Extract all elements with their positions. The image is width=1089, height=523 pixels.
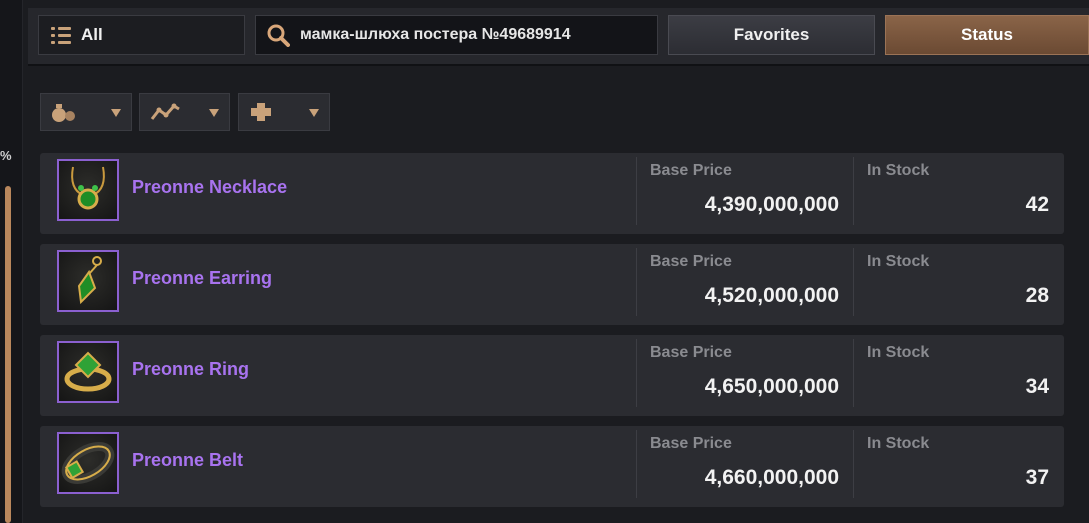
ring-icon bbox=[57, 341, 119, 403]
scrollbar[interactable] bbox=[5, 186, 11, 523]
base-price-value: 4,390,000,000 bbox=[704, 193, 839, 216]
list-item[interactable]: Preonne Ring Base Price 4,650,000,000 In… bbox=[40, 335, 1064, 416]
pouch-icon bbox=[52, 104, 75, 122]
category-dropdown[interactable]: All bbox=[38, 15, 245, 55]
search-icon bbox=[267, 24, 290, 47]
in-stock-label: In Stock bbox=[867, 435, 930, 452]
in-stock-label: In Stock bbox=[867, 253, 930, 270]
in-stock-label: In Stock bbox=[867, 344, 930, 361]
in-stock-value: 37 bbox=[1025, 466, 1049, 489]
top-toolbar: All мамка-шлюха постера №49689914 Favori… bbox=[28, 8, 1089, 66]
belt-icon bbox=[57, 432, 119, 494]
base-price-label: Base Price bbox=[650, 344, 732, 361]
plus-icon bbox=[251, 103, 271, 121]
earring-icon bbox=[57, 250, 119, 312]
list-icon bbox=[51, 26, 71, 44]
category-label: All bbox=[81, 25, 103, 44]
base-price-value: 4,520,000,000 bbox=[704, 284, 839, 307]
left-panel-strip: % bbox=[0, 0, 23, 523]
list-item[interactable]: Preonne Necklace Base Price 4,390,000,00… bbox=[40, 153, 1064, 234]
base-price-value: 4,650,000,000 bbox=[704, 375, 839, 398]
in-stock-value: 34 bbox=[1025, 375, 1049, 398]
item-name[interactable]: Preonne Necklace bbox=[132, 177, 287, 198]
in-stock-value: 28 bbox=[1025, 284, 1049, 307]
in-stock-value: 42 bbox=[1025, 193, 1049, 216]
in-stock-label: In Stock bbox=[867, 162, 930, 179]
item-name[interactable]: Preonne Ring bbox=[132, 359, 249, 380]
status-button[interactable]: Status bbox=[885, 15, 1089, 55]
filter-plus-dropdown[interactable] bbox=[238, 93, 330, 131]
favorites-button[interactable]: Favorites bbox=[668, 15, 875, 55]
item-name[interactable]: Preonne Earring bbox=[132, 268, 272, 289]
list-item[interactable]: Preonne Earring Base Price 4,520,000,000… bbox=[40, 244, 1064, 325]
filter-pouch-dropdown[interactable] bbox=[40, 93, 132, 131]
scrollbar-thumb[interactable] bbox=[5, 186, 11, 523]
necklace-icon bbox=[57, 159, 119, 221]
base-price-value: 4,660,000,000 bbox=[704, 466, 839, 489]
base-price-label: Base Price bbox=[650, 162, 732, 179]
percent-label: % bbox=[0, 148, 12, 163]
search-value: мамка-шлюха постера №49689914 bbox=[300, 26, 571, 43]
filter-trend-dropdown[interactable] bbox=[139, 93, 230, 131]
list-item[interactable]: Preonne Belt Base Price 4,660,000,000 In… bbox=[40, 426, 1064, 507]
base-price-label: Base Price bbox=[650, 253, 732, 270]
trend-line-icon bbox=[150, 103, 180, 120]
item-name[interactable]: Preonne Belt bbox=[132, 450, 243, 471]
search-input[interactable]: мамка-шлюха постера №49689914 bbox=[255, 15, 658, 55]
base-price-label: Base Price bbox=[650, 435, 732, 452]
